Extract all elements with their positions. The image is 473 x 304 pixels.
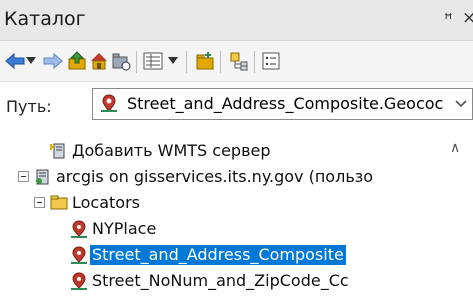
toggle-contents-icon[interactable] [228,49,250,73]
locator-icon [99,93,119,117]
toolbar-separator [220,51,221,73]
gis-server-icon [34,168,52,186]
toolbar-separator [254,51,255,73]
tree-item[interactable]: arcgis on gisservices.its.ny.gov (пользо [0,164,473,190]
path-combobox[interactable]: Street_and_Address_Composite.Geococ [92,88,473,120]
back-arrow-icon[interactable] [4,49,26,73]
tree-item[interactable]: Locators [0,190,473,216]
tree-item-selected[interactable]: Street_and_Address_Composite [0,242,473,268]
catalog-toolbar [0,41,473,82]
options-icon[interactable] [260,49,282,73]
tree-item-label: Street_and_Address_Composite [90,245,346,265]
toolbar-separator [136,51,137,73]
toolbar-separator [186,51,187,73]
add-wmts-server-icon [48,142,68,160]
catalog-title-bar: Каталог ꟸ × [0,0,473,41]
tree-item[interactable]: Добавить WMTS сервер [0,138,473,164]
locator-icon [70,246,88,264]
path-value: Street_and_Address_Composite.Geococ [127,94,444,113]
dropdown-arrow-icon[interactable] [24,49,38,73]
view-dropdown-icon[interactable] [166,49,180,73]
tree-item[interactable]: NYPlace [0,216,473,242]
forward-arrow-icon[interactable] [42,49,64,73]
locator-icon [70,272,88,290]
tree-item-label: NYPlace [92,219,157,238]
collapse-toggle[interactable] [18,171,29,182]
catalog-tree[interactable]: ∧ Добавить WMTS сервер arcgis on gisserv… [0,132,473,304]
path-bar: Путь: Street_and_Address_Composite.Geoco… [0,82,473,132]
collapse-toggle[interactable] [34,197,45,208]
new-folder-icon[interactable] [194,49,216,73]
view-list-icon[interactable] [142,49,164,73]
close-icon[interactable]: × [462,8,473,28]
tree-item-label: Locators [72,193,140,212]
tree-item-label: arcgis on gisservices.its.ny.gov (пользо [56,167,374,186]
chevron-down-icon[interactable] [450,89,472,119]
home-icon[interactable] [88,49,110,73]
tree-item[interactable]: Street_NoNum_and_ZipCode_Cc [0,268,473,294]
tree-item-label: Street_NoNum_and_ZipCode_Cc [92,271,349,290]
pin-icon[interactable]: ꟸ [444,10,453,28]
locator-icon [70,220,88,238]
window-title: Каталог [4,8,86,30]
up-folder-icon[interactable] [66,49,88,73]
folder-icon [50,194,68,212]
connect-folder-icon[interactable] [110,49,132,73]
tree-item-label: Добавить WMTS сервер [72,141,271,160]
path-label: Путь: [6,97,52,116]
